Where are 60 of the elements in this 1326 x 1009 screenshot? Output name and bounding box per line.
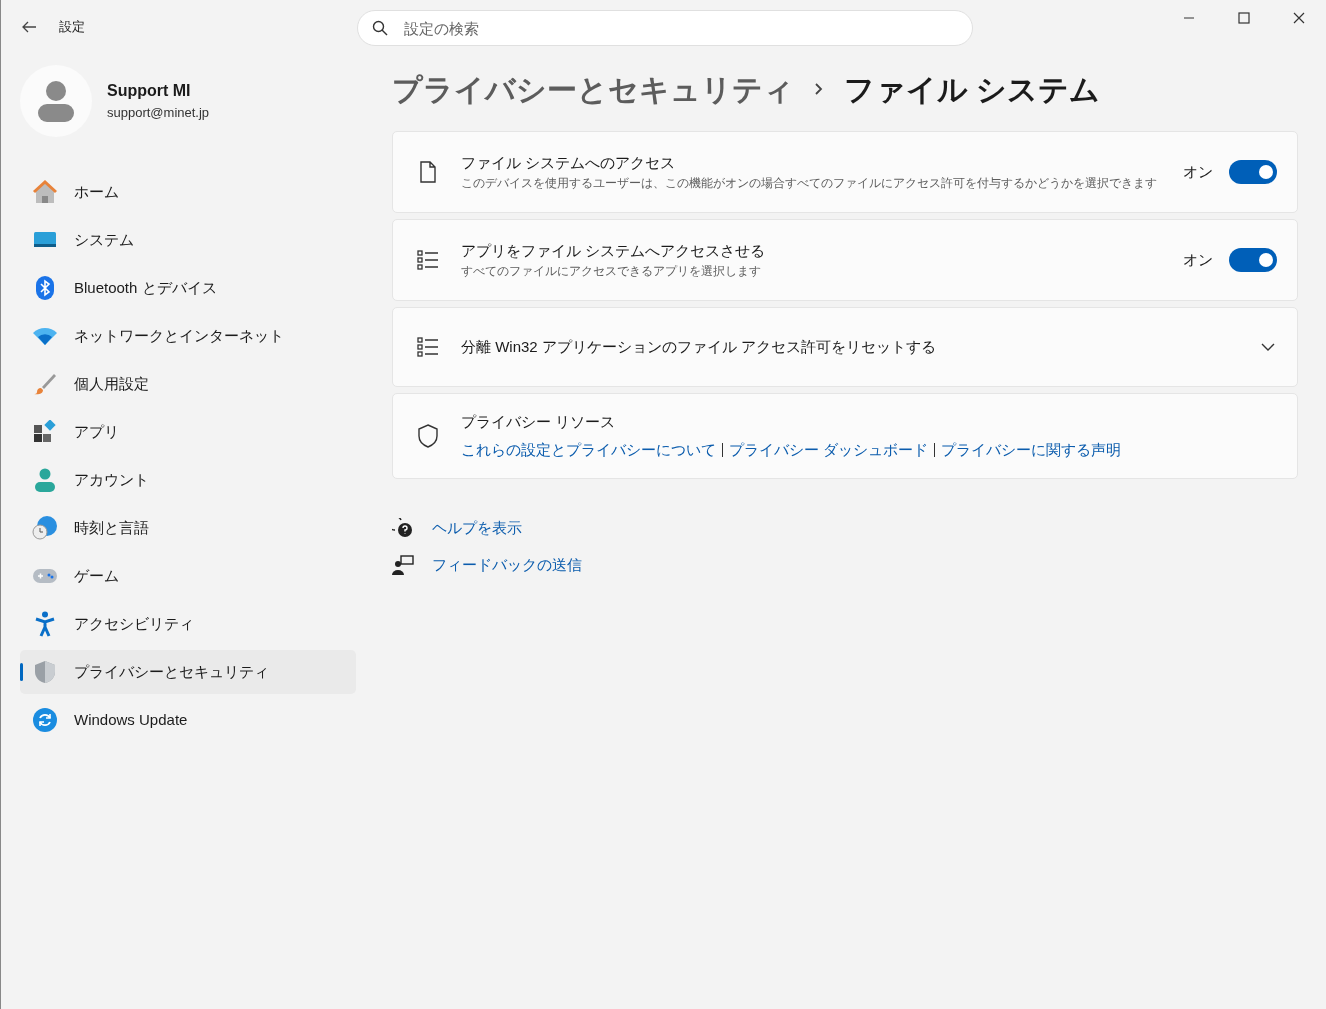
nav-item[interactable]: プライバシーとセキュリティ xyxy=(20,650,356,694)
privacy-link[interactable]: これらの設定とプライバシーについて xyxy=(461,439,716,462)
shield-icon xyxy=(418,424,438,448)
nav-item[interactable]: ゲーム xyxy=(20,554,356,598)
chevron-down-icon[interactable] xyxy=(1261,342,1275,352)
person-icon xyxy=(34,468,56,492)
app-tiles-icon xyxy=(33,420,57,444)
list-icon xyxy=(417,337,439,357)
nav-item[interactable]: 個人用設定 xyxy=(20,362,356,406)
account-name: Support MI xyxy=(107,81,192,102)
nav-item[interactable]: ホーム xyxy=(20,170,356,214)
list-icon xyxy=(417,250,439,270)
chevron-right-icon xyxy=(814,82,824,96)
window-title: 設定 xyxy=(59,18,85,36)
shield-icon xyxy=(34,660,56,684)
setting-title: プライバシー リソース xyxy=(461,411,617,432)
breadcrumb-link[interactable]: プライバシーとセキュリティ xyxy=(392,66,794,112)
paintbrush-icon xyxy=(33,372,57,396)
nav-item[interactable]: Bluetooth とデバイス xyxy=(20,266,356,310)
house-icon xyxy=(32,180,58,204)
account-email: support@minet.jp xyxy=(107,104,210,123)
document-icon xyxy=(419,161,437,183)
nav-item[interactable]: システム xyxy=(20,218,356,262)
page-title: ファイル システム xyxy=(844,71,1101,108)
search-field[interactable]: 設定の検索 xyxy=(357,10,973,46)
help-link[interactable]: ヘルプを表示 xyxy=(432,517,522,540)
person-icon xyxy=(38,80,74,122)
maximize-icon xyxy=(1237,12,1250,24)
setting-card[interactable]: 分離 Win32 アプリケーションのファイル アクセス許可をリセットする xyxy=(392,307,1298,387)
nav-item[interactable]: 時刻と言語 xyxy=(20,506,356,550)
wifi-icon xyxy=(32,326,58,346)
close-icon xyxy=(1292,12,1305,24)
toggle-state-label: オン xyxy=(1183,249,1213,270)
toggle-state-label: オン xyxy=(1183,161,1213,182)
refresh-icon xyxy=(33,708,57,732)
nav-item[interactable]: アカウント xyxy=(20,458,356,502)
setting-card[interactable]: アプリをファイル システムへアクセスさせる すべてのファイルにアクセスできるアプリを選択します オン xyxy=(392,219,1298,301)
gamepad-icon xyxy=(32,567,58,585)
nav-item[interactable]: アプリ xyxy=(20,410,356,454)
bluetooth-icon xyxy=(36,276,54,300)
nav-item[interactable]: ネットワークとインターネット xyxy=(20,314,356,358)
help-chat-icon xyxy=(392,518,414,539)
setting-description: すべてのファイルにアクセスできるアプリを選択します xyxy=(461,263,762,281)
nav-item[interactable]: アクセシビリティ xyxy=(20,602,356,646)
monitor-icon xyxy=(33,231,57,249)
toggle-switch[interactable] xyxy=(1229,248,1277,272)
setting-title: アプリをファイル システムへアクセスさせる xyxy=(461,240,767,261)
privacy-link[interactable]: プライバシーに関する声明 xyxy=(941,439,1122,462)
help-link[interactable]: フィードバックの送信 xyxy=(432,553,582,576)
setting-title: 分離 Win32 アプリケーションのファイル アクセス許可をリセットする xyxy=(461,336,938,357)
setting-card[interactable]: ファイル システムへのアクセス このデバイスを使用するユーザーは、この機能がオンの場合すべてのファイルにアクセス許可を付与するかどうかを選択できます オン xyxy=(392,131,1298,213)
accessibility-icon xyxy=(34,611,56,637)
nav-item[interactable]: Windows Update xyxy=(20,698,356,742)
privacy-link[interactable]: プライバシー ダッシュボード xyxy=(729,439,929,462)
setting-title: ファイル システムへのアクセス xyxy=(461,152,677,173)
setting-description: このデバイスを使用するユーザーは、この機能がオンの場合すべてのファイルにアクセス許可を付与するかどうかを選択できます xyxy=(461,175,1158,193)
feedback-icon xyxy=(392,554,414,575)
globe-clock-icon xyxy=(32,515,58,541)
toggle-switch[interactable] xyxy=(1229,160,1277,184)
search-icon xyxy=(372,20,388,36)
